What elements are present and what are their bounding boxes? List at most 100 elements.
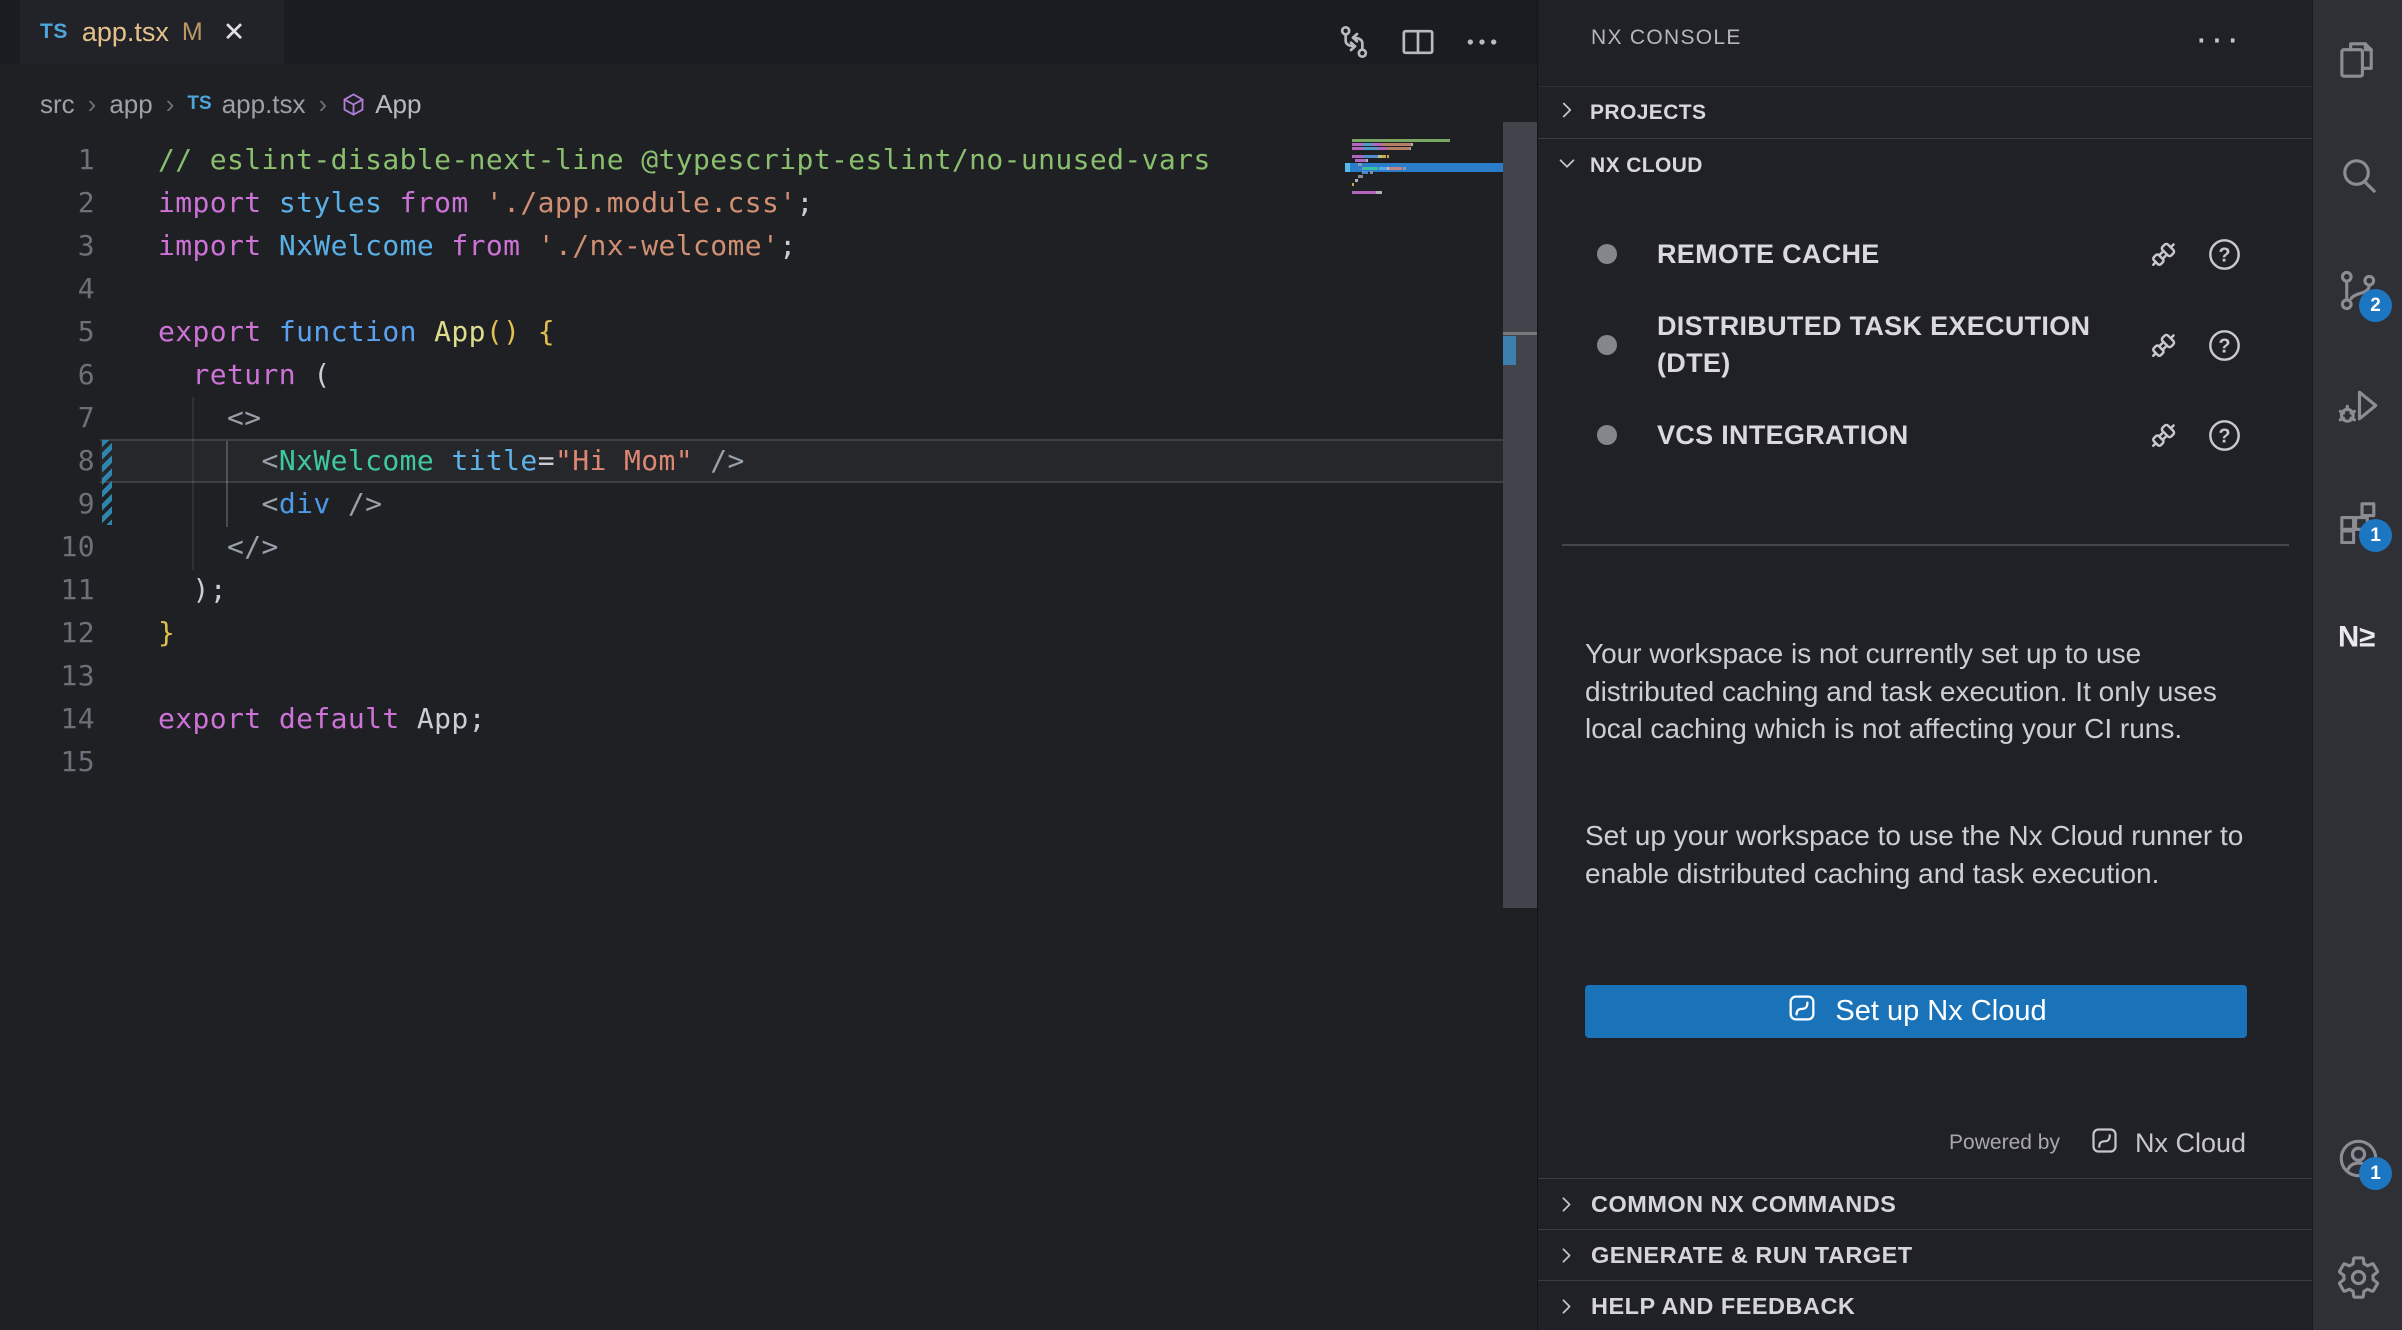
minimap-line-segment: [1358, 163, 1361, 166]
line-number: 7: [0, 396, 95, 439]
help-icon[interactable]: ?: [2206, 417, 2243, 454]
minimap-line-segment: [1355, 159, 1366, 162]
typescript-file-icon: TS: [40, 20, 68, 44]
tab-app-tsx[interactable]: TS app.tsx M ✕: [20, 0, 284, 64]
help-icon[interactable]: ?: [2206, 236, 2243, 273]
breadcrumb-item-app-tsx[interactable]: TS app.tsx: [187, 89, 305, 120]
section-generate-run-target[interactable]: GENERATE & RUN TARGET: [1538, 1229, 2313, 1280]
minimap-line-segment: [1363, 167, 1377, 170]
line-number: 5: [0, 310, 95, 353]
line-number: 15: [0, 740, 95, 783]
section-label: NX CLOUD: [1590, 154, 1703, 178]
code-text: );: [158, 568, 227, 611]
editor-scrollbar[interactable]: [1503, 122, 1537, 908]
feature-label: DISTRIBUTED TASK EXECUTION (DTE): [1657, 308, 2097, 382]
code-line-10: 10 </>: [0, 525, 1503, 568]
minimap-line-segment: [1387, 147, 1409, 150]
code-line-7: 7 <>: [0, 396, 1503, 439]
connect-icon[interactable]: [2145, 417, 2182, 454]
feature-row-vcs-integration: VCS INTEGRATION?: [1538, 404, 2313, 466]
workspace-status-text: Your workspace is not currently set up t…: [1585, 635, 2253, 748]
activity-bar-explorer-icon[interactable]: [2313, 15, 2402, 105]
code-line-15: 15: [0, 740, 1503, 783]
minimap-line-segment: [1363, 143, 1373, 146]
breadcrumb-item-app[interactable]: app: [109, 89, 152, 120]
help-icon[interactable]: ?: [2206, 327, 2243, 364]
minimap-line-segment: [1352, 191, 1363, 194]
minimap-line-segment: [1389, 167, 1402, 170]
code-line-8: 8 <NxWelcome title="Hi Mom" />: [0, 439, 1503, 482]
svg-text:?: ?: [2218, 335, 2230, 357]
typescript-file-icon: TS: [187, 93, 211, 115]
chevron-right-icon: [1554, 1192, 1579, 1217]
panel-more-actions-icon[interactable]: ···: [2195, 18, 2242, 61]
editor-group: TS app.tsx M ✕ src›app›TSapp.tsx›App 1//…: [0, 0, 1537, 1330]
feature-label: REMOTE CACHE: [1657, 236, 1880, 273]
line-number: 1: [0, 138, 95, 181]
minimap-line-segment: [1352, 155, 1363, 158]
activity-bar-run-and-debug-icon[interactable]: [2313, 360, 2402, 450]
minimap-line-segment: [1363, 191, 1376, 194]
breadcrumb-item-src[interactable]: src: [40, 89, 75, 120]
section-nx-cloud[interactable]: NX CLOUD: [1538, 138, 2313, 192]
code-line-11: 11 );: [0, 568, 1503, 611]
feature-actions: ?: [2145, 236, 2243, 273]
divider: [1562, 544, 2289, 546]
minimap-line-segment: [1411, 143, 1413, 146]
chevron-right-icon: [1554, 1243, 1579, 1268]
minimap-line-segment: [1387, 155, 1389, 158]
minimap-line-segment: [1352, 139, 1450, 142]
badge: 1: [2359, 1157, 2392, 1190]
activity-bar-settings-icon[interactable]: [2313, 1232, 2402, 1322]
code-line-3: 3import NxWelcome from './nx-welcome';: [0, 224, 1503, 267]
powered-by-nx-cloud[interactable]: Powered by Nx Cloud: [1949, 1120, 2246, 1166]
symbol-cube-icon: [340, 91, 367, 118]
panel-title: NX CONSOLE: [1591, 26, 1742, 50]
minimap-line-segment: [1366, 159, 1368, 162]
activity-bar-search-icon[interactable]: [2313, 130, 2402, 220]
code-text: return (: [158, 353, 331, 396]
minimap-line-segment: [1358, 175, 1363, 178]
activity-bar-source-control-icon[interactable]: 2: [2313, 245, 2402, 335]
setup-nx-cloud-button[interactable]: Set up Nx Cloud: [1585, 985, 2247, 1038]
minimap-line-segment: [1352, 147, 1363, 150]
section-help-and-feedback[interactable]: HELP AND FEEDBACK: [1538, 1280, 2313, 1330]
nx-console-panel: NX CONSOLE ··· PROJECTS NX CLOUD REMOTE …: [1537, 0, 2312, 1330]
minimap-line-segment: [1382, 155, 1385, 158]
nx-cloud-logo-icon: [2088, 1124, 2135, 1162]
activity-bar-accounts-icon[interactable]: 1: [2313, 1113, 2402, 1203]
breadcrumb-label: app.tsx: [222, 89, 306, 120]
connect-icon[interactable]: [2145, 236, 2182, 273]
feature-label: VCS INTEGRATION: [1657, 417, 1909, 454]
minimap-line-segment: [1373, 143, 1383, 146]
breadcrumb-item-App[interactable]: App: [340, 89, 421, 120]
code-line-13: 13: [0, 654, 1503, 697]
editor-actions: [1334, 22, 1502, 67]
minimap-line-segment: [1363, 147, 1377, 150]
nx-cloud-logo-icon: [1785, 991, 1819, 1033]
open-changes-icon[interactable]: [1334, 22, 1374, 67]
code-text: }: [158, 611, 175, 654]
code-line-2: 2import styles from './app.module.css';: [0, 181, 1503, 224]
more-actions-icon[interactable]: [1462, 22, 1502, 67]
section-projects[interactable]: PROJECTS: [1538, 86, 2313, 138]
section-common-nx-commands[interactable]: COMMON NX COMMANDS: [1538, 1178, 2313, 1229]
line-number: 14: [0, 697, 95, 740]
minimap-line-segment: [1379, 167, 1387, 170]
nx-cloud-brand: Nx Cloud: [2135, 1128, 2246, 1159]
connect-icon[interactable]: [2145, 327, 2182, 364]
activity-bar-extensions-icon[interactable]: 1: [2313, 475, 2402, 565]
chevron-down-icon: [1554, 150, 1590, 182]
activity-bar-nx-console-icon[interactable]: N≥: [2313, 590, 2402, 680]
close-tab-icon[interactable]: ✕: [223, 19, 246, 46]
code-line-14: 14export default App;: [0, 697, 1503, 740]
code-line-5: 5export function App() {: [0, 310, 1503, 353]
minimap-line-segment: [1363, 171, 1368, 174]
code-text: </>: [158, 525, 279, 568]
split-editor-icon[interactable]: [1398, 22, 1438, 67]
minimap-line-segment: [1352, 183, 1354, 186]
badge: 2: [2359, 289, 2392, 322]
minimap-line-segment: [1355, 179, 1358, 182]
svg-text:?: ?: [2218, 425, 2230, 447]
line-number: 3: [0, 224, 95, 267]
